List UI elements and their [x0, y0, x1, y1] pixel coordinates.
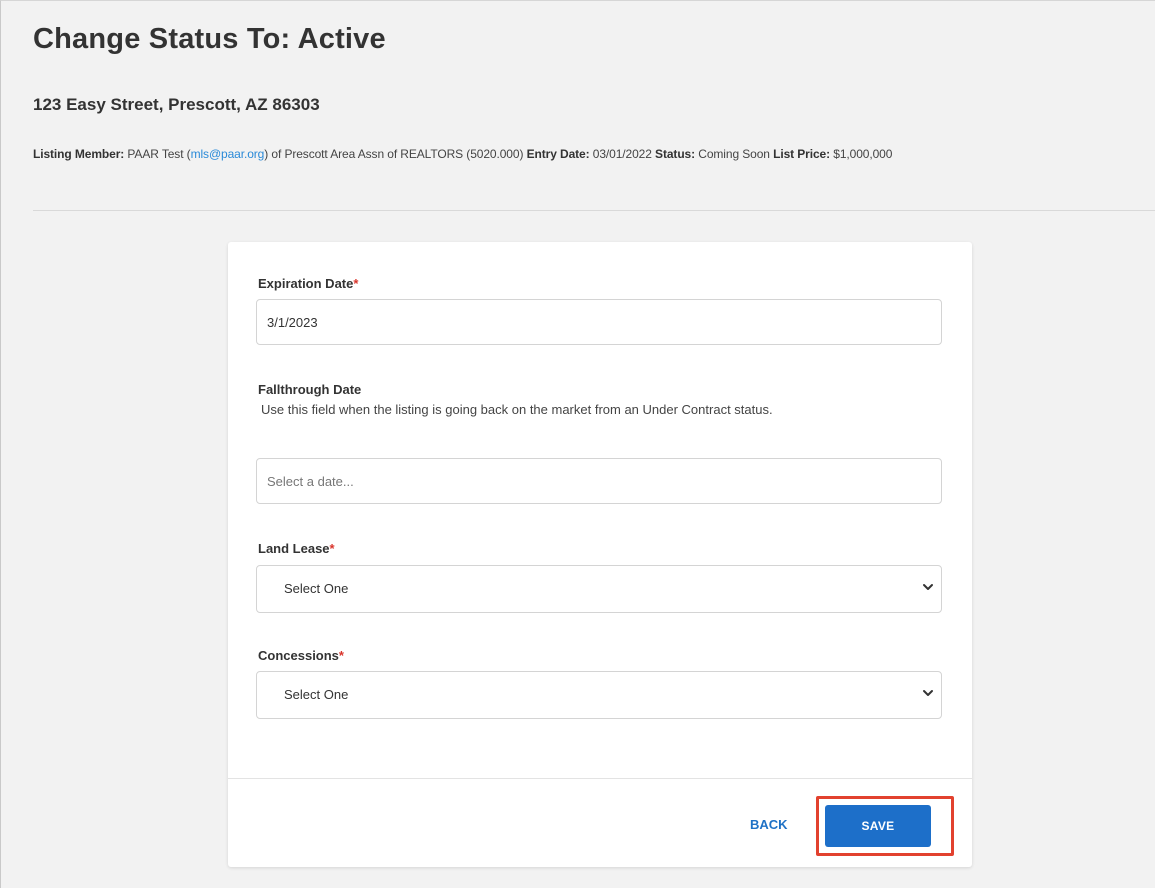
- land-lease-label: Land Lease*: [258, 541, 335, 556]
- listing-member-org: ) of Prescott Area Assn of REALTORS (502…: [264, 147, 524, 161]
- land-lease-select[interactable]: Select One: [256, 565, 942, 613]
- listing-address: 123 Easy Street, Prescott, AZ 86303: [33, 95, 320, 114]
- page-title: Change Status To: Active: [33, 23, 386, 55]
- header-divider: [33, 210, 1155, 211]
- fallthrough-date-help: Use this field when the listing is going…: [261, 402, 773, 417]
- entry-date-value: 03/01/2022: [592, 147, 652, 161]
- listing-member-name: PAAR Test (: [127, 147, 191, 161]
- concessions-select[interactable]: Select One: [256, 671, 942, 719]
- chevron-down-icon: [923, 690, 933, 696]
- required-marker: *: [338, 648, 344, 663]
- listing-info: Listing Member: PAAR Test (mls@paar.org)…: [33, 147, 1153, 161]
- required-marker: *: [329, 541, 335, 556]
- fallthrough-date-label: Fallthrough Date: [258, 382, 362, 397]
- save-button-highlight: SAVE: [816, 796, 954, 856]
- status-value: Coming Soon: [698, 147, 770, 161]
- save-button[interactable]: SAVE: [825, 805, 931, 847]
- list-price-value: $1,000,000: [833, 147, 893, 161]
- chevron-down-icon: [923, 584, 933, 590]
- concessions-label: Concessions*: [258, 648, 344, 663]
- expiration-date-input[interactable]: [256, 299, 942, 345]
- list-price-label: List Price:: [773, 147, 831, 161]
- entry-date-label: Entry Date:: [526, 147, 590, 161]
- back-button[interactable]: BACK: [744, 809, 794, 839]
- form-footer: BACK SAVE: [228, 778, 972, 867]
- land-lease-selected-value: Select One: [284, 581, 349, 596]
- expiration-date-label: Expiration Date*: [258, 276, 359, 291]
- fallthrough-date-input[interactable]: [256, 458, 942, 504]
- status-change-form: Expiration Date* Fallthrough Date Use th…: [228, 242, 972, 867]
- status-label: Status:: [655, 147, 696, 161]
- required-marker: *: [353, 276, 359, 291]
- concessions-selected-value: Select One: [284, 687, 349, 702]
- listing-member-label: Listing Member:: [33, 147, 125, 161]
- listing-member-email-link[interactable]: mls@paar.org: [191, 147, 265, 161]
